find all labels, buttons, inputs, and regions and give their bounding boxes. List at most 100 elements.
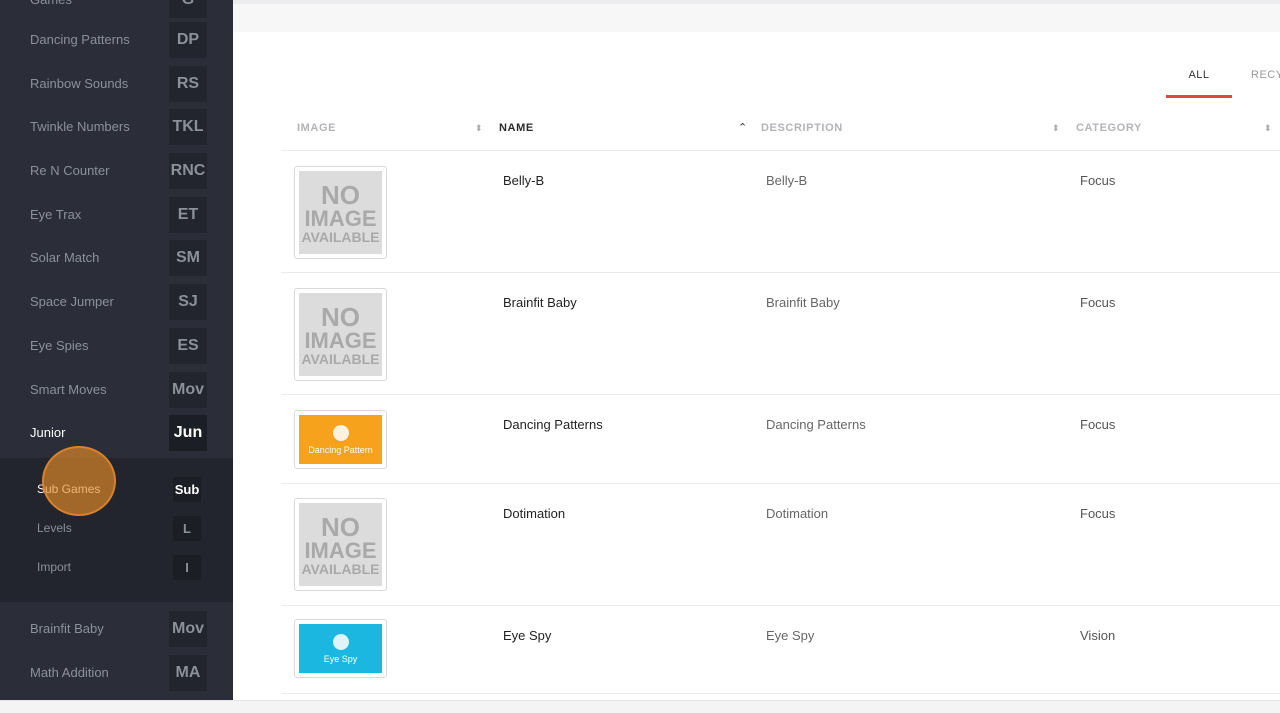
row-category: Focus — [1080, 506, 1116, 521]
sidebar-item-label: Eye Spies — [30, 338, 89, 353]
placeholder-text: AVAILABLE — [301, 228, 380, 245]
placeholder-text: IMAGE — [304, 327, 377, 353]
sidebar: Games G Dancing Patterns DP Rainbow Soun… — [0, 0, 233, 700]
sidebar-item-label: Twinkle Numbers — [30, 119, 130, 134]
sidebar-item-abbr: ES — [169, 328, 207, 364]
sidebar-item-abbr: RS — [169, 66, 207, 102]
sidebar-item-twinkle-numbers[interactable]: Twinkle Numbers TKL — [0, 105, 233, 149]
game-logo-icon — [332, 633, 349, 650]
sidebar-item-smart-moves[interactable]: Smart Moves Mov — [0, 368, 233, 412]
placeholder-text: AVAILABLE — [301, 560, 380, 577]
row-name: Dotimation — [503, 506, 566, 521]
sidebar-item-junior[interactable]: Junior Jun — [0, 411, 233, 455]
dancing-pattern-image: Dancing Pattern — [299, 415, 382, 464]
sidebar-item-label: Re N Counter — [30, 163, 110, 178]
table-row[interactable]: NO IMAGE AVAILABLE Belly-B Belly-B Focus — [281, 152, 1280, 273]
table-row[interactable]: Eye Spy Eye Spy Eye Spy Vision — [281, 607, 1280, 694]
sidebar-item-eye-trax[interactable]: Eye Trax ET — [0, 193, 233, 237]
row-category: Focus — [1080, 173, 1116, 188]
sidebar-item-abbr: TKL — [169, 109, 207, 145]
row-description: Eye Spy — [766, 628, 815, 643]
junior-submenu: Sub Games Sub Levels L Import I — [0, 458, 233, 602]
sidebar-item-abbr: MA — [169, 655, 207, 691]
submenu-item-label: Levels — [37, 521, 72, 535]
sidebar-item-eye-spies[interactable]: Eye Spies ES — [0, 324, 233, 368]
row-description: Belly-B — [766, 173, 808, 188]
sidebar-item-label: Rainbow Sounds — [30, 76, 129, 91]
sidebar-item-solar-match[interactable]: Solar Match SM — [0, 236, 233, 280]
sort-icon[interactable]: ⬍ — [1264, 105, 1272, 151]
submenu-item-abbr: L — [173, 516, 201, 541]
game-thumbnail: NO IMAGE AVAILABLE — [294, 288, 387, 381]
placeholder-text: IMAGE — [304, 205, 377, 231]
row-description: Dancing Patterns — [766, 417, 866, 432]
sidebar-item-label: Junior — [30, 425, 66, 440]
sidebar-item-abbr: ET — [169, 197, 207, 233]
sidebar-item-brainfit-baby[interactable]: Brainfit Baby Mov — [0, 607, 233, 651]
column-header-description[interactable]: DESCRIPTION — [761, 105, 843, 151]
submenu-item-import[interactable]: Import I — [0, 548, 233, 587]
tab-all[interactable]: ALL — [1166, 60, 1232, 98]
placeholder-text: IMAGE — [304, 537, 377, 563]
sidebar-item-math-addition[interactable]: Math Addition MA — [0, 651, 233, 695]
image-caption: Dancing Pattern — [308, 444, 373, 455]
row-description: Brainfit Baby — [766, 295, 840, 310]
sidebar-item-abbr: Jun — [169, 415, 207, 451]
game-thumbnail: NO IMAGE AVAILABLE — [294, 166, 387, 259]
placeholder-text: NO — [321, 301, 360, 332]
sidebar-item-abbr: G — [169, 0, 207, 18]
column-header-name[interactable]: NAME — [499, 105, 534, 151]
game-thumbnail: Dancing Pattern — [294, 410, 387, 469]
sidebar-item-abbr: SM — [169, 240, 207, 276]
sidebar-item-abbr: DP — [169, 22, 207, 58]
submenu-item-label: Import — [37, 560, 72, 574]
placeholder-text: NO — [321, 511, 360, 542]
sidebar-item-space-jumper[interactable]: Space Jumper SJ — [0, 280, 233, 324]
top-bar — [233, 0, 1280, 32]
footer-bar — [0, 700, 1280, 713]
submenu-item-sub-games[interactable]: Sub Games Sub — [0, 470, 233, 509]
sidebar-item-abbr: SJ — [169, 284, 207, 320]
sidebar-item-label: Dancing Patterns — [30, 32, 130, 47]
sidebar-item-abbr: Mov — [169, 611, 207, 647]
row-category: Focus — [1080, 417, 1116, 432]
sort-icon[interactable]: ⬍ — [1052, 105, 1060, 151]
game-thumbnail: Eye Spy — [294, 619, 387, 678]
submenu-item-abbr: I — [173, 555, 201, 580]
game-thumbnail: NO IMAGE AVAILABLE — [294, 498, 387, 591]
sidebar-item-label: Solar Match — [30, 250, 100, 265]
sidebar-item-re-n-counter[interactable]: Re N Counter RNC — [0, 149, 233, 193]
row-description: Dotimation — [766, 506, 829, 521]
no-image-placeholder: NO IMAGE AVAILABLE — [299, 293, 382, 376]
sidebar-item-label: Smart Moves — [30, 382, 107, 397]
table-row[interactable]: NO IMAGE AVAILABLE Brainfit Baby Brainfi… — [281, 274, 1280, 395]
submenu-item-levels[interactable]: Levels L — [0, 509, 233, 548]
table-row[interactable]: Dancing Pattern Dancing Patterns Dancing… — [281, 396, 1280, 484]
sidebar-item-abbr: Mov — [169, 372, 207, 408]
sidebar-item-label: Math Addition — [30, 665, 109, 680]
sidebar-item-label: Brainfit Baby — [30, 621, 104, 636]
column-header-category[interactable]: CATEGORY — [1076, 105, 1142, 151]
row-category: Focus — [1080, 295, 1116, 310]
placeholder-text: NO — [321, 179, 360, 210]
sidebar-item-rainbow-sounds[interactable]: Rainbow Sounds RS — [0, 62, 233, 106]
row-name: Belly-B — [503, 173, 545, 188]
sort-ascending-icon[interactable]: ⌃ — [738, 105, 747, 151]
row-name: Dancing Patterns — [503, 417, 603, 432]
sidebar-item-label: Space Jumper — [30, 294, 114, 309]
submenu-item-abbr: Sub — [173, 477, 201, 502]
sidebar-item-dancing-patterns[interactable]: Dancing Patterns DP — [0, 18, 233, 62]
row-category: Vision — [1080, 628, 1116, 643]
sort-icon[interactable]: ⬍ — [475, 105, 483, 151]
tab-recycle[interactable]: RECY — [1251, 60, 1280, 98]
column-header-image[interactable]: IMAGE — [297, 105, 336, 151]
table-header: IMAGE ⬍ NAME ⌃ DESCRIPTION ⬍ CATEGORY ⬍ — [281, 105, 1280, 151]
no-image-placeholder: NO IMAGE AVAILABLE — [299, 171, 382, 254]
row-name: Eye Spy — [503, 628, 552, 643]
image-caption: Eye Spy — [323, 653, 358, 664]
sidebar-item-label: Eye Trax — [30, 207, 82, 222]
placeholder-text: AVAILABLE — [301, 350, 380, 367]
eye-spy-image: Eye Spy — [299, 624, 382, 673]
table-row[interactable]: NO IMAGE AVAILABLE Dotimation Dotimation… — [281, 485, 1280, 606]
game-logo-icon — [332, 424, 349, 441]
